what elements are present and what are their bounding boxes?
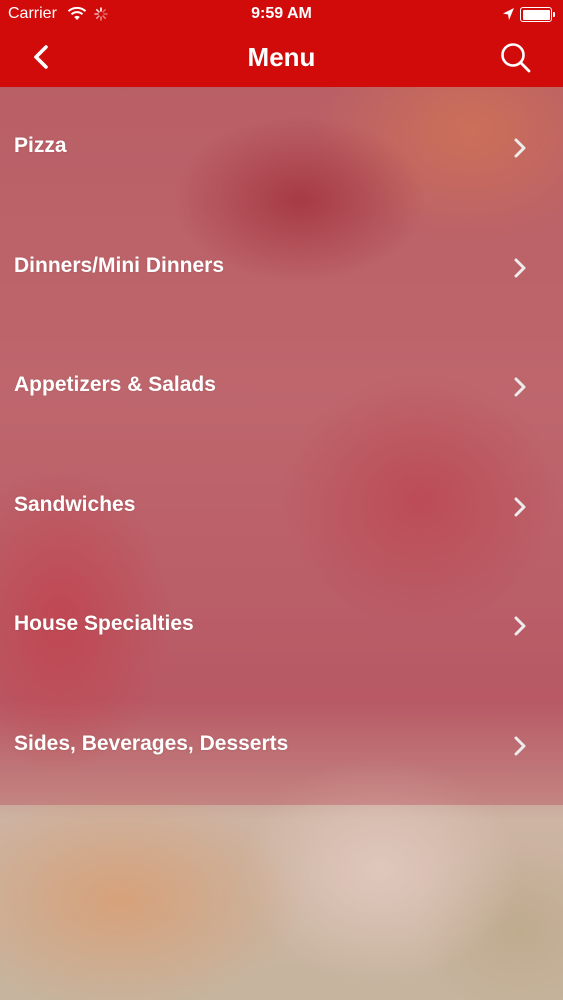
menu-item-dinners[interactable]: Dinners/Mini Dinners (0, 207, 563, 327)
menu-category-list: Pizza Dinners/Mini Dinners Appetizers & … (0, 87, 563, 805)
search-icon (501, 43, 531, 73)
menu-item-sandwiches[interactable]: Sandwiches (0, 446, 563, 566)
chevron-right-icon (514, 258, 526, 278)
menu-item-label: Sides, Beverages, Desserts (14, 731, 289, 755)
chevron-right-icon (514, 377, 526, 397)
menu-item-label: Pizza (14, 134, 67, 157)
menu-item-sides-beverages-desserts[interactable]: Sides, Beverages, Desserts (0, 685, 563, 805)
search-button[interactable] (494, 38, 538, 78)
status-bar: Carrier 9:59 AM (0, 0, 563, 30)
status-time: 9:59 AM (251, 5, 312, 22)
chevron-right-icon (514, 497, 526, 517)
page-title: Menu (247, 42, 316, 72)
chevron-right-icon (514, 138, 526, 158)
menu-item-house-specialties[interactable]: House Specialties (0, 565, 563, 685)
menu-item-label: Dinners/Mini Dinners (14, 253, 225, 277)
menu-item-appetizers-salads[interactable]: Appetizers & Salads (0, 326, 563, 446)
menu-screen: Carrier 9:59 AM Menu Pizza Dinners/Mini … (0, 0, 563, 1000)
menu-item-label: House Specialties (14, 612, 194, 636)
navigation-bar: Menu (0, 30, 563, 87)
menu-item-label: Appetizers & Salads (14, 373, 216, 397)
chevron-right-icon (514, 616, 526, 636)
chevron-right-icon (514, 736, 526, 756)
location-arrow-icon (502, 7, 515, 26)
menu-item-label: Sandwiches (14, 492, 136, 516)
menu-item-pizza[interactable]: Pizza (0, 87, 563, 207)
battery-icon (520, 7, 555, 22)
